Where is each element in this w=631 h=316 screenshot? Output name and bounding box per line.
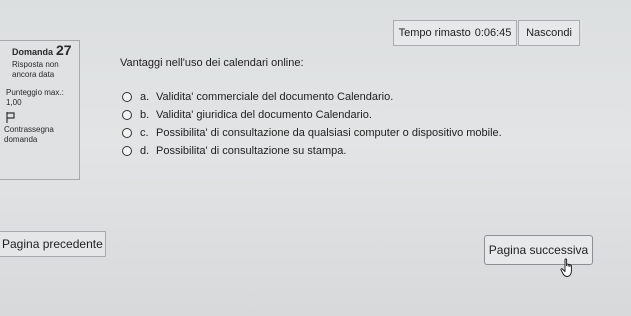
answer-text: Validita' commerciale del documento Cale… bbox=[156, 91, 394, 103]
answer-text: Possibilita' di consultazione da qualsia… bbox=[156, 127, 502, 139]
question-prefix: Domanda bbox=[12, 47, 54, 57]
answer-text: Possibilita' di consultazione su stampa. bbox=[156, 145, 347, 157]
timer-value: 0:06:45 bbox=[474, 27, 512, 39]
radio-button-c[interactable] bbox=[122, 128, 132, 138]
answer-letter: b. bbox=[140, 109, 150, 121]
answer-letter: d. bbox=[140, 145, 150, 157]
question-heading: Domanda 27 bbox=[12, 42, 75, 58]
hide-timer-button[interactable]: Nascondi bbox=[518, 20, 580, 46]
previous-page-button[interactable]: Pagina precedente bbox=[0, 231, 106, 257]
answer-letter: c. bbox=[140, 127, 149, 139]
radio-button-d[interactable] bbox=[122, 146, 132, 156]
answer-text: Validita' giuridica del documento Calend… bbox=[156, 109, 372, 121]
question-number: 27 bbox=[56, 42, 72, 58]
hand-cursor-icon bbox=[560, 258, 572, 277]
radio-button-a[interactable] bbox=[122, 92, 132, 102]
timer-display: Tempo rimasto 0:06:45 bbox=[393, 20, 517, 46]
answer-option-c[interactable]: c. Possibilita' di consultazione da qual… bbox=[122, 124, 502, 142]
answer-option-d[interactable]: d. Possibilita' di consultazione su stam… bbox=[122, 142, 502, 160]
answer-option-a[interactable]: a. Validita' commerciale del documento C… bbox=[122, 88, 502, 106]
timer-label: Tempo rimasto bbox=[398, 27, 471, 39]
answer-list: a. Validita' commerciale del documento C… bbox=[122, 88, 502, 160]
question-max-score: Punteggio max.: 1,00 bbox=[6, 88, 64, 107]
question-info-panel: Domanda 27 Risposta non ancora data Punt… bbox=[0, 40, 80, 180]
answer-option-b[interactable]: b. Validita' giuridica del documento Cal… bbox=[122, 106, 502, 124]
next-page-button[interactable]: Pagina successiva bbox=[484, 235, 593, 265]
answer-letter: a. bbox=[140, 91, 150, 103]
flag-question-link[interactable]: Contrassegna domanda bbox=[4, 125, 75, 145]
question-text: Vantaggi nell'uso dei calendari online: bbox=[120, 57, 304, 69]
question-status: Risposta non ancora data bbox=[12, 60, 59, 79]
flag-icon[interactable] bbox=[6, 112, 15, 123]
radio-button-b[interactable] bbox=[122, 110, 132, 120]
